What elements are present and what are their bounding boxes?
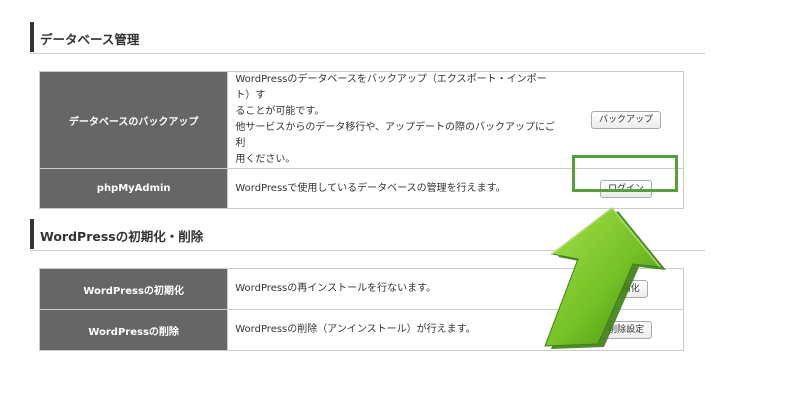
database-settings-table: データベースのバックアップ WordPressのデータベースをバックアップ（エク… — [38, 71, 684, 209]
row-description: WordPressの削除（アンインストール）が行えます。 — [227, 309, 570, 351]
delete-settings-button[interactable]: 削除設定 — [600, 321, 653, 339]
row-label: WordPressの削除 — [38, 309, 229, 351]
heading-bar — [30, 219, 34, 249]
section-title: WordPressの初期化・削除 — [40, 229, 204, 244]
row-description: WordPressのデータベースをバックアップ（エクスポート・インポート）す る… — [227, 71, 569, 169]
initialize-button[interactable]: 初期化 — [604, 280, 648, 298]
row-label: phpMyAdmin — [38, 168, 229, 209]
login-button[interactable]: ログイン — [599, 179, 652, 198]
row-description: WordPressの再インストールを行ないます。 — [227, 268, 570, 310]
heading-bar — [30, 22, 34, 52]
table-row-phpmyadmin: phpMyAdmin WordPressで使用しているデータベースの管理を行えま… — [38, 168, 684, 209]
backup-button[interactable]: バックアップ — [590, 111, 661, 129]
table-row-backup: データベースのバックアップ WordPressのデータベースをバックアップ（エク… — [38, 71, 684, 169]
row-description: WordPressで使用しているデータベースの管理を行えます。 — [227, 168, 569, 209]
row-action: バックアップ — [569, 71, 684, 169]
wordpress-reset-table: WordPressの初期化 WordPressの再インストールを行ないます。 初… — [38, 268, 685, 351]
section-heading-wordpress-reset: WordPressの初期化・削除 — [30, 219, 705, 251]
row-label: WordPressの初期化 — [38, 268, 229, 310]
section-title: データベース管理 — [40, 32, 140, 47]
table-row-initialize: WordPressの初期化 WordPressの再インストールを行ないます。 初… — [38, 268, 685, 310]
row-action: 初期化 — [569, 268, 685, 310]
table-row-delete: WordPressの削除 WordPressの削除（アンインストール）が行えます… — [38, 309, 685, 351]
row-action: ログイン — [569, 168, 684, 209]
row-label: データベースのバックアップ — [38, 71, 229, 169]
row-action: 削除設定 — [569, 309, 685, 351]
section-heading-database: データベース管理 — [30, 22, 705, 54]
